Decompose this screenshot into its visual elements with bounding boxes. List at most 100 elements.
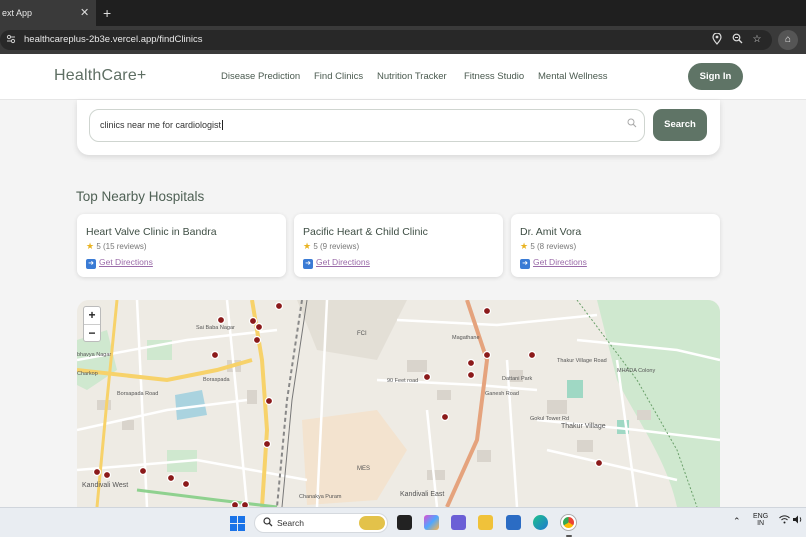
clinic-map[interactable]: Sai Baba Nagar Borsapada Road Boraspada … <box>77 300 720 507</box>
map-label: Dattani Park <box>502 376 533 382</box>
hospital-card[interactable]: Dr. Amit Vora ★ 5 (8 reviews) ➜ Get Direc… <box>511 214 720 277</box>
hospital-rating: ★ 5 (8 reviews) <box>520 241 577 251</box>
map-label: Thakur Village <box>561 423 606 430</box>
map-label: Sai Baba Nagar <box>196 325 235 331</box>
clinic-marker <box>466 358 476 368</box>
get-directions-link[interactable]: ➜ Get Directions <box>520 257 587 269</box>
star-icon: ★ <box>520 241 529 251</box>
tab-title: ext App <box>2 8 33 18</box>
map-label: Kandivali West <box>82 482 128 489</box>
sign-in-button[interactable]: Sign In <box>688 63 743 90</box>
chevron-up-icon[interactable]: ⌃ <box>733 516 741 527</box>
map-label: Gokul Tower Rd <box>530 416 569 422</box>
teams-icon[interactable] <box>451 515 466 530</box>
site-settings-icon[interactable] <box>6 34 16 44</box>
browser-tab-bar: ext App ✕ + <box>0 0 806 26</box>
clinic-marker <box>482 350 492 360</box>
task-view-icon[interactable] <box>397 515 412 530</box>
zoom-in-button[interactable]: + <box>84 307 100 324</box>
clinic-marker <box>252 335 262 345</box>
home-icon[interactable]: ⌂ <box>778 30 798 50</box>
search-input-value: clinics near me for cardiologist <box>100 120 222 130</box>
map-label: 90 Feet road <box>387 378 418 384</box>
hospital-card[interactable]: Pacific Heart & Child Clinic ★ 5 (9 revi… <box>294 214 503 277</box>
zoom-out-button[interactable]: − <box>84 325 100 342</box>
taskbar-search[interactable]: Search <box>254 513 388 533</box>
arrow-right-icon: ➜ <box>520 259 530 269</box>
clinic-marker <box>527 350 537 360</box>
hospital-name: Pacific Heart & Child Clinic <box>303 226 428 238</box>
search-button[interactable]: Search <box>653 109 707 141</box>
clinic-marker <box>248 316 258 326</box>
star-icon: ★ <box>86 241 95 251</box>
windows-start-icon[interactable] <box>230 516 245 531</box>
arrow-right-icon: ➜ <box>86 259 96 269</box>
get-directions-link[interactable]: ➜ Get Directions <box>86 257 153 269</box>
clinic-marker <box>138 466 148 476</box>
browser-tab[interactable]: ext App ✕ <box>0 0 96 26</box>
search-input[interactable]: clinics near me for cardiologist <box>89 109 645 142</box>
volume-icon[interactable] <box>793 515 804 527</box>
arrow-right-icon: ➜ <box>303 259 313 269</box>
section-title: Top Nearby Hospitals <box>76 189 205 204</box>
hospital-rating: ★ 5 (15 reviews) <box>86 241 147 251</box>
hospital-card[interactable]: Heart Valve Clinic in Bandra ★ 5 (15 rev… <box>77 214 286 277</box>
map-label: MHADA Colony <box>617 368 655 374</box>
location-icon[interactable] <box>710 32 724 47</box>
map-label: Boraspada <box>203 377 231 383</box>
tab-close-icon[interactable]: ✕ <box>80 0 89 26</box>
clinic-marker <box>181 479 191 489</box>
edge-icon[interactable] <box>533 515 548 530</box>
text-cursor <box>222 120 224 130</box>
clinic-marker <box>482 306 492 316</box>
nav-mental-wellness[interactable]: Mental Wellness <box>538 71 608 82</box>
nav-nutrition-tracker[interactable]: Nutrition Tracker <box>377 71 447 82</box>
map-label: Chanakya Puram <box>299 494 342 500</box>
zoom-icon[interactable] <box>730 33 744 47</box>
map-zoom-control: + − <box>83 306 101 342</box>
site-header: HealthCare+ Disease Prediction Find Clin… <box>0 54 806 100</box>
search-card: clinics near me for cardiologist Search <box>77 100 720 155</box>
language-indicator[interactable]: ENG IN <box>753 513 768 527</box>
clinic-marker <box>210 350 220 360</box>
clinic-marker <box>274 301 284 311</box>
map-label: Charkop <box>77 371 98 377</box>
search-highlight-icon <box>359 516 385 530</box>
hospital-rating: ★ 5 (9 reviews) <box>303 241 360 251</box>
map-tiles[interactable]: Sai Baba Nagar Borsapada Road Boraspada … <box>77 300 720 507</box>
copilot-icon[interactable] <box>424 515 439 530</box>
hospital-name: Dr. Amit Vora <box>520 226 582 238</box>
site-logo[interactable]: HealthCare+ <box>54 67 146 85</box>
clinic-marker <box>102 470 112 480</box>
get-directions-link[interactable]: ➜ Get Directions <box>303 257 370 269</box>
search-icon <box>627 118 637 131</box>
clinic-marker <box>254 322 264 332</box>
clinic-marker <box>422 372 432 382</box>
map-label: bhavya Nagar <box>77 352 111 358</box>
map-label: Ganesh Road <box>485 391 519 397</box>
map-label: Kandivali East <box>400 491 444 498</box>
clinic-marker <box>466 370 476 380</box>
nav-find-clinics[interactable]: Find Clinics <box>314 71 363 82</box>
clinic-marker <box>92 467 102 477</box>
map-label: Borsapada Road <box>117 391 158 397</box>
bookmark-star-icon[interactable]: ☆ <box>750 33 764 47</box>
map-label: Thakur Village Road <box>557 358 607 364</box>
file-explorer-icon[interactable] <box>478 515 493 530</box>
map-label: FCI <box>357 331 367 337</box>
clinic-marker <box>262 439 272 449</box>
search-icon <box>263 517 273 530</box>
store-icon[interactable] <box>506 515 521 530</box>
nav-disease-prediction[interactable]: Disease Prediction <box>221 71 300 82</box>
browser-toolbar: healthcareplus-2b3e.vercel.app/findClini… <box>0 26 806 54</box>
clinic-marker <box>440 412 450 422</box>
chrome-icon[interactable] <box>561 515 576 530</box>
clinic-marker <box>216 315 226 325</box>
nav-fitness-studio[interactable]: Fitness Studio <box>464 71 524 82</box>
wifi-icon[interactable] <box>779 515 790 527</box>
clinic-marker <box>166 473 176 483</box>
address-bar[interactable]: healthcareplus-2b3e.vercel.app/findClini… <box>0 30 772 50</box>
clinic-marker <box>264 396 274 406</box>
new-tab-icon[interactable]: + <box>103 0 111 26</box>
map-label: MES <box>357 466 370 472</box>
